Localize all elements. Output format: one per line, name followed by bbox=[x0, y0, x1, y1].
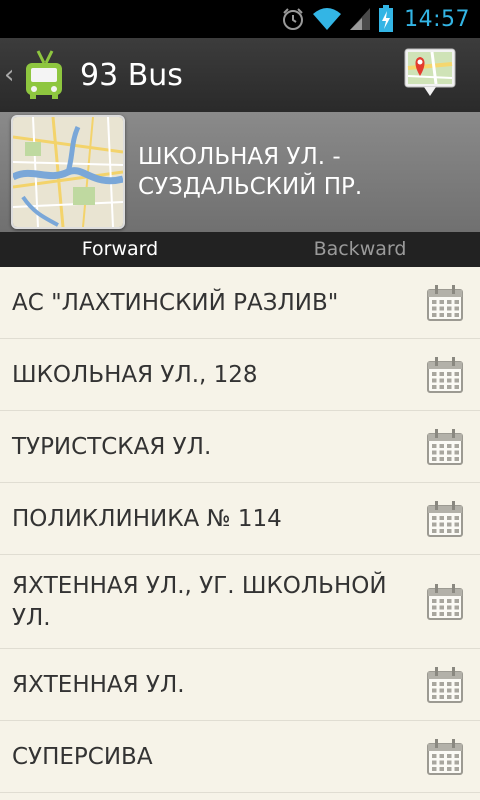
stop-name: СУПЕРСИВА bbox=[12, 743, 153, 770]
list-item[interactable]: ШКОЛЬНАЯ УЛ., 128 bbox=[0, 339, 480, 411]
list-item[interactable]: ПОЛИКЛИНИКА № 114 bbox=[0, 483, 480, 555]
calendar-icon[interactable] bbox=[426, 666, 464, 704]
stop-name: ЯХТЕННАЯ УЛ., УГ. ШКОЛЬНОЙ УЛ. bbox=[12, 572, 387, 631]
battery-charging-icon bbox=[378, 5, 394, 33]
route-header: ШКОЛЬНАЯ УЛ. - СУЗДАЛЬСКИЙ ПР. bbox=[0, 112, 480, 232]
page-title: 93 Bus bbox=[80, 57, 183, 93]
map-button[interactable] bbox=[402, 46, 458, 102]
trolleybus-icon[interactable] bbox=[22, 49, 66, 101]
stop-name: ШКОЛЬНАЯ УЛ., 128 bbox=[12, 361, 258, 388]
list-item[interactable]: СУПЕРСИВА bbox=[0, 721, 480, 793]
direction-tabs: Forward Backward bbox=[0, 232, 480, 267]
map-pin-icon bbox=[404, 48, 456, 96]
chevron-left-icon[interactable]: ‹ bbox=[4, 62, 22, 88]
action-bar: ‹ 93 Bus bbox=[0, 38, 480, 112]
list-item[interactable]: АС "ЛАХТИНСКИЙ РАЗЛИВ" bbox=[0, 267, 480, 339]
list-item[interactable]: ЯХТЕННАЯ УЛ. bbox=[0, 649, 480, 721]
stops-list: АС "ЛАХТИНСКИЙ РАЗЛИВ" ШКОЛЬНАЯ УЛ., 128… bbox=[0, 267, 480, 800]
stop-name: ЯХТЕННАЯ УЛ. bbox=[12, 671, 185, 698]
wifi-icon bbox=[312, 6, 342, 32]
signal-icon bbox=[348, 6, 372, 32]
status-bar: 14:57 bbox=[0, 0, 480, 38]
tab-forward[interactable]: Forward bbox=[0, 232, 240, 267]
calendar-icon[interactable] bbox=[426, 428, 464, 466]
calendar-icon[interactable] bbox=[426, 583, 464, 621]
list-item[interactable]: ТУРИСТСКАЯ УЛ. bbox=[0, 411, 480, 483]
route-name: ШКОЛЬНАЯ УЛ. - СУЗДАЛЬСКИЙ ПР. bbox=[138, 144, 363, 200]
list-item[interactable]: ЯХТЕННАЯ УЛ., УГ. ШКОЛЬНОЙ УЛ. bbox=[0, 555, 480, 649]
status-time: 14:57 bbox=[404, 6, 470, 32]
city-map-thumbnail[interactable] bbox=[11, 115, 125, 229]
calendar-icon[interactable] bbox=[426, 356, 464, 394]
calendar-icon[interactable] bbox=[426, 284, 464, 322]
calendar-icon[interactable] bbox=[426, 738, 464, 776]
alarm-icon bbox=[280, 6, 306, 32]
stop-name: ПОЛИКЛИНИКА № 114 bbox=[12, 505, 282, 532]
stop-name: ТУРИСТСКАЯ УЛ. bbox=[12, 433, 212, 460]
calendar-icon[interactable] bbox=[426, 500, 464, 538]
stop-name: АС "ЛАХТИНСКИЙ РАЗЛИВ" bbox=[12, 289, 339, 316]
tab-backward[interactable]: Backward bbox=[240, 232, 480, 267]
